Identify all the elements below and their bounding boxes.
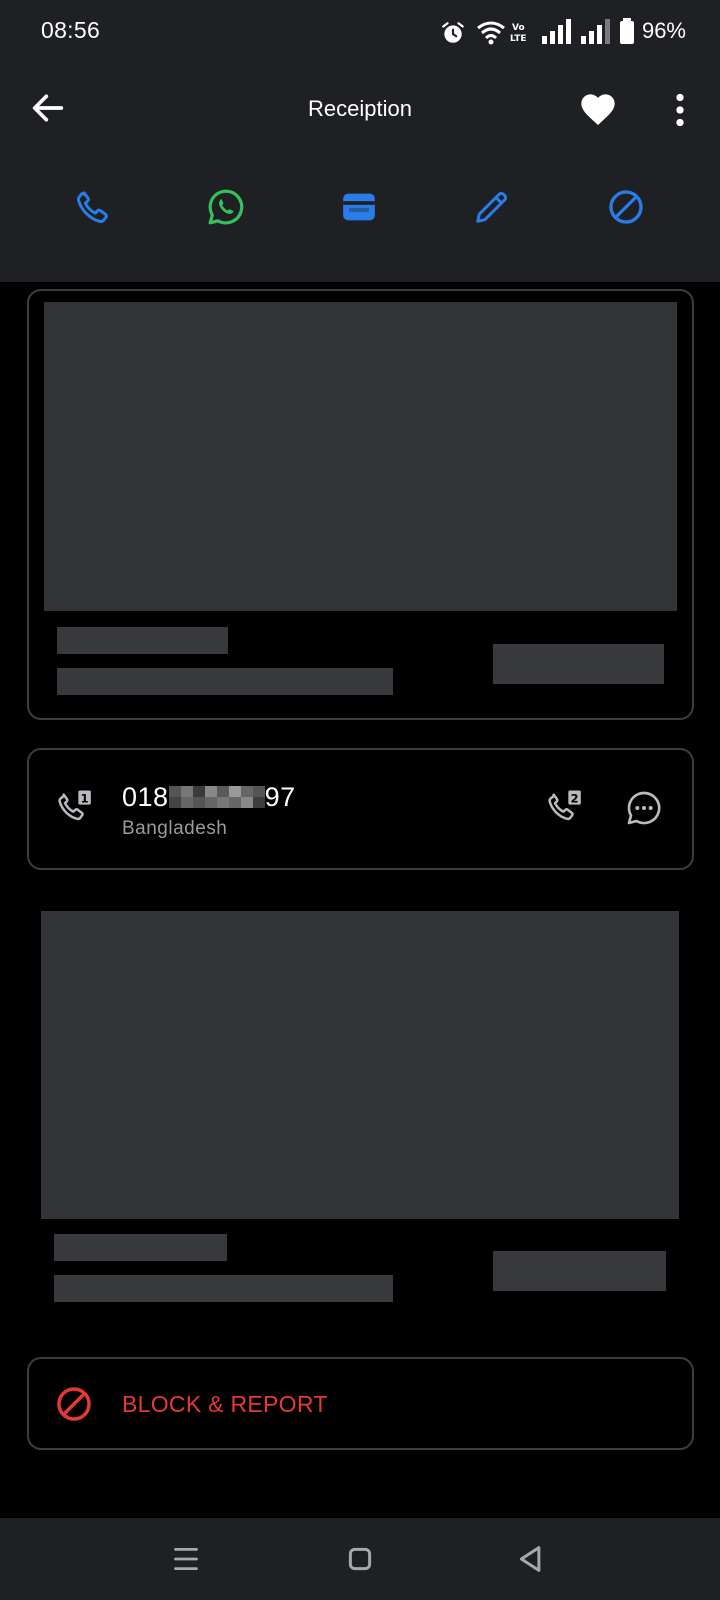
pencil-icon xyxy=(476,191,508,223)
block-report-label: BLOCK & REPORT xyxy=(122,1391,328,1417)
subtitle-placeholder xyxy=(54,1275,393,1302)
sim2-label: 2 xyxy=(571,791,579,805)
wallet-button[interactable] xyxy=(336,184,382,230)
cta-placeholder[interactable] xyxy=(493,644,664,684)
svg-text:Vo: Vo xyxy=(512,23,525,33)
header: 08:56 Vo LTE 96% Receiption xyxy=(0,0,720,282)
battery-icon xyxy=(620,18,634,44)
edit-button[interactable] xyxy=(469,184,515,230)
wifi-icon xyxy=(477,21,505,45)
battery-percent: 96% xyxy=(641,18,686,43)
cta-placeholder[interactable] xyxy=(493,1251,666,1291)
more-vert-icon[interactable] xyxy=(660,90,700,130)
phone-icon xyxy=(76,191,108,224)
title-placeholder xyxy=(54,1234,227,1261)
media-placeholder xyxy=(41,911,679,1219)
recents-icon[interactable] xyxy=(165,1538,207,1580)
block-icon xyxy=(609,190,643,224)
volte-icon: Vo LTE xyxy=(510,23,527,44)
alarm-icon xyxy=(442,22,464,43)
signal-sim1-icon xyxy=(542,19,571,44)
whatsapp-button[interactable] xyxy=(203,184,249,230)
call-sim1-icon[interactable]: 1 xyxy=(55,788,95,828)
heart-icon[interactable] xyxy=(578,90,618,130)
back-nav-icon[interactable] xyxy=(510,1538,552,1580)
media-placeholder xyxy=(44,302,677,611)
call-button[interactable] xyxy=(70,184,116,230)
phone-country: Bangladesh xyxy=(122,818,228,839)
home-icon[interactable] xyxy=(339,1538,381,1580)
phone-suffix: 97 xyxy=(264,782,296,812)
status-time: 08:56 xyxy=(41,17,101,43)
preview-card-top xyxy=(27,289,694,720)
phone-number: 018 97 xyxy=(122,782,296,813)
sim1-label: 1 xyxy=(81,791,89,805)
block-button[interactable] xyxy=(603,184,649,230)
block-report-icon xyxy=(57,1387,91,1421)
signal-sim2-icon xyxy=(581,19,610,44)
status-bar: 08:56 Vo LTE 96% xyxy=(0,0,720,64)
subtitle-placeholder xyxy=(57,668,393,695)
svg-text:LTE: LTE xyxy=(510,34,527,44)
wallet-icon xyxy=(343,193,375,221)
phone-prefix: 018 xyxy=(122,782,169,812)
title-placeholder xyxy=(57,627,228,654)
system-nav-bar xyxy=(0,1518,720,1600)
redacted-digits xyxy=(168,786,265,808)
message-icon[interactable] xyxy=(624,788,664,828)
whatsapp-icon xyxy=(208,189,244,225)
call-sim2-icon[interactable]: 2 xyxy=(545,788,585,828)
